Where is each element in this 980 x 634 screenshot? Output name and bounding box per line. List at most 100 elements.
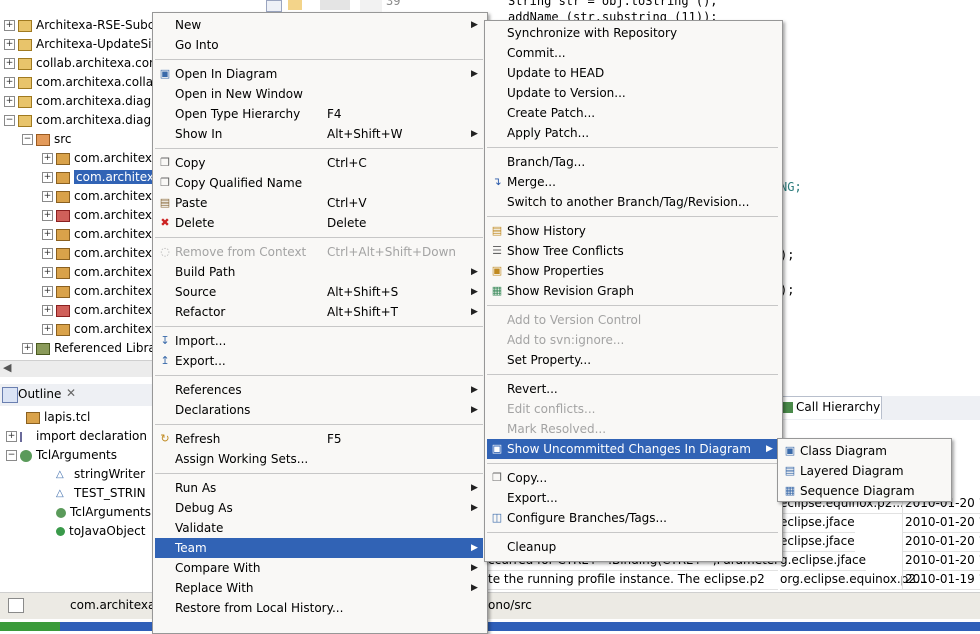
menu-item-show-history[interactable]: ▤ Show History [487,221,778,241]
menu-item-build-path[interactable]: Build Path ▶ [155,262,483,282]
tree-row-package[interactable]: + com.architex [42,301,152,320]
expand-icon[interactable]: + [42,267,53,278]
expand-icon[interactable]: + [42,305,53,316]
tree-row-src[interactable]: − src [22,130,72,149]
outline-item[interactable]: TclArguments [56,503,151,522]
collapse-icon[interactable]: − [22,134,33,145]
menu-item-declarations[interactable]: Declarations ▶ [155,400,483,420]
menu-item-set-property[interactable]: Set Property... [487,350,778,370]
expand-icon[interactable]: + [42,172,53,183]
tree-row-package[interactable]: + com.architex [42,263,152,282]
menu-item-copy[interactable]: ❐ Copy... [487,468,778,488]
table-row[interactable]: eclipse.jface [780,532,855,552]
expand-icon[interactable]: + [4,96,15,107]
tree-row-project-3[interactable]: + collab.architexa.con [4,54,157,73]
menu-item-update-to-version[interactable]: Update to Version... [487,83,778,103]
menu-item-show-in[interactable]: Show In Alt+Shift+W ▶ [155,124,483,144]
menu-item-replace-with[interactable]: Replace With ▶ [155,578,483,598]
menu-item-show-tree-conflicts[interactable]: ☰ Show Tree Conflicts [487,241,778,261]
tree-row-package[interactable]: + com.architex [42,149,152,168]
menu-item-compare-with[interactable]: Compare With ▶ [155,558,483,578]
menu-item-cleanup[interactable]: Cleanup [487,537,778,557]
collapse-icon[interactable]: − [6,450,17,461]
outline-item[interactable]: toJavaObject [56,522,145,541]
expand-icon[interactable]: + [4,39,15,50]
tree-row-project-5[interactable]: + com.architexa.diagr [4,92,156,111]
menu-item-team[interactable]: Team ▶ [155,538,483,558]
tree-row-project-1[interactable]: + Architexa-RSE-Subc [4,16,154,35]
tree-row-referenced-libraries[interactable]: + Referenced Libra [22,339,156,358]
expand-icon[interactable]: + [6,431,17,442]
menu-item-refresh[interactable]: ↻ Refresh F5 [155,429,483,449]
table-row[interactable]: eclipse.jface [780,513,855,533]
close-icon[interactable]: ✕ [66,386,76,400]
menu-item-revert[interactable]: Revert... [487,379,778,399]
menu-item-sequence-diagram[interactable]: ▦ Sequence Diagram [780,481,947,501]
table-row[interactable]: g.eclipse.jface [780,551,867,571]
expand-icon[interactable]: + [22,343,33,354]
menu-item-branch-tag[interactable]: Branch/Tag... [487,152,778,172]
tree-row-package[interactable]: + com.architex [42,168,156,187]
menu-item-show-properties[interactable]: ▣ Show Properties [487,261,778,281]
menu-item-update-to-head[interactable]: Update to HEAD [487,63,778,83]
menu-item-open-in-diagram[interactable]: ▣ Open In Diagram ▶ [155,64,483,84]
menu-item-refactor[interactable]: Refactor Alt+Shift+T ▶ [155,302,483,322]
tree-row-package[interactable]: + com.architex [42,206,152,225]
expand-icon[interactable]: + [4,77,15,88]
menu-item-references[interactable]: References ▶ [155,380,483,400]
menu-item-assign-working-sets[interactable]: Assign Working Sets... [155,449,483,469]
menu-item-layered-diagram[interactable]: ▤ Layered Diagram [780,461,947,481]
menu-item-commit[interactable]: Commit... [487,43,778,63]
menu-item-run-as[interactable]: Run As ▶ [155,478,483,498]
link-editor-icon[interactable] [288,0,302,10]
tree-row-project-6[interactable]: − com.architexa.diagr [4,111,156,130]
expand-icon[interactable]: + [42,191,53,202]
tree-row-package[interactable]: + com.architex [42,320,152,339]
collapse-all-icon[interactable] [266,0,282,12]
menu-item-import[interactable]: ↧ Import... [155,331,483,351]
menu-item-paste[interactable]: ▤ Paste Ctrl+V [155,193,483,213]
view-menu-icon[interactable] [320,0,350,10]
expand-icon[interactable]: + [4,58,15,69]
menu-item-export[interactable]: ↥ Export... [155,351,483,371]
expand-icon[interactable]: + [42,248,53,259]
outline-item[interactable]: lapis.tcl [26,408,90,427]
expand-icon[interactable]: + [42,324,53,335]
expand-icon[interactable]: + [42,229,53,240]
menu-item-create-patch[interactable]: Create Patch... [487,103,778,123]
outline-item[interactable]: △ TEST_STRIN [56,484,146,503]
expand-icon[interactable]: + [42,286,53,297]
outline-item[interactable]: △ stringWriter [56,465,145,484]
menu-item-switch-to-another-branch-tag-revision[interactable]: Switch to another Branch/Tag/Revision... [487,192,778,212]
menu-item-open-in-new-window[interactable]: Open in New Window [155,84,483,104]
tree-row-package[interactable]: + com.architex [42,244,152,263]
menu-item-configure-branches-tags[interactable]: ◫ Configure Branches/Tags... [487,508,778,528]
expand-icon[interactable]: + [42,210,53,221]
menu-item-class-diagram[interactable]: ▣ Class Diagram [780,441,947,461]
menu-item-merge[interactable]: ↴ Merge... [487,172,778,192]
expand-icon[interactable]: + [42,153,53,164]
start-button[interactable] [0,622,60,631]
menu-item-source[interactable]: Source Alt+Shift+S ▶ [155,282,483,302]
menu-item-open-type-hierarchy[interactable]: Open Type Hierarchy F4 [155,104,483,124]
menu-item-export[interactable]: Export... [487,488,778,508]
collapse-icon[interactable]: − [4,115,15,126]
menu-item-restore-from-local-history[interactable]: Restore from Local History... [155,598,483,618]
scroll-left-icon[interactable]: ◀ [3,361,11,374]
tree-row-package[interactable]: + com.architex [42,282,152,301]
outline-item[interactable]: + import declaration [6,427,147,446]
tab-call-hierarchy[interactable]: Call Hierarchy [776,396,882,419]
menu-item-validate[interactable]: Validate [155,518,483,538]
menu-item-synchronize-with-repository[interactable]: Synchronize with Repository [487,23,778,43]
fast-view-icon[interactable] [8,598,24,613]
menu-item-go-into[interactable]: Go Into [155,35,483,55]
tree-row-project-4[interactable]: + com.architexa.collab [4,73,161,92]
tree-row-project-2[interactable]: + Architexa-UpdateSit [4,35,156,54]
expand-icon[interactable]: + [4,20,15,31]
menu-item-new[interactable]: New ▶ [155,15,483,35]
menu-item-copy[interactable]: ❐ Copy Ctrl+C [155,153,483,173]
menu-item-show-revision-graph[interactable]: ▦ Show Revision Graph [487,281,778,301]
menu-item-copy-qualified-name[interactable]: ❐ Copy Qualified Name [155,173,483,193]
tree-row-package[interactable]: + com.architex [42,187,152,206]
tree-row-package[interactable]: + com.architex [42,225,152,244]
